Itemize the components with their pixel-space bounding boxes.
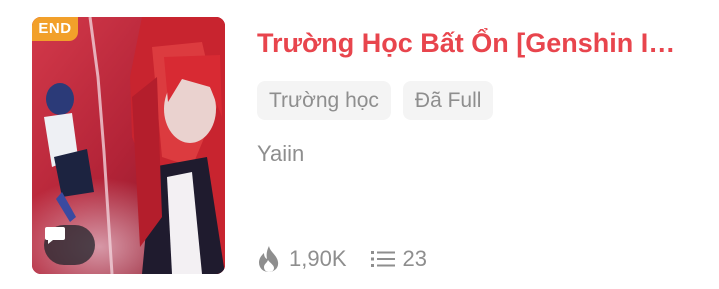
author-name[interactable]: Yaiin [257, 140, 304, 168]
story-stats: 1,90K 23 [257, 243, 451, 275]
story-title[interactable]: Trường Học Bất Ổn [Genshin Im… [257, 26, 677, 60]
tag-list: Trường học Đã Full [257, 81, 494, 120]
views-count: 1,90K [289, 246, 347, 271]
tag-status[interactable]: Đã Full [402, 81, 494, 120]
comment-button[interactable] [44, 225, 95, 265]
chapters-count: 23 [402, 246, 427, 271]
chapters-stat: 23 [370, 246, 427, 272]
list-icon [370, 249, 395, 269]
end-badge: END [32, 17, 78, 41]
fire-icon [257, 245, 281, 273]
story-card[interactable]: END Trường Học Bất Ổn [Genshin Im… Trườn… [0, 0, 719, 289]
tag-genre[interactable]: Trường học [257, 81, 391, 120]
views-stat: 1,90K [257, 245, 347, 273]
story-cover-image[interactable]: END [32, 17, 225, 274]
